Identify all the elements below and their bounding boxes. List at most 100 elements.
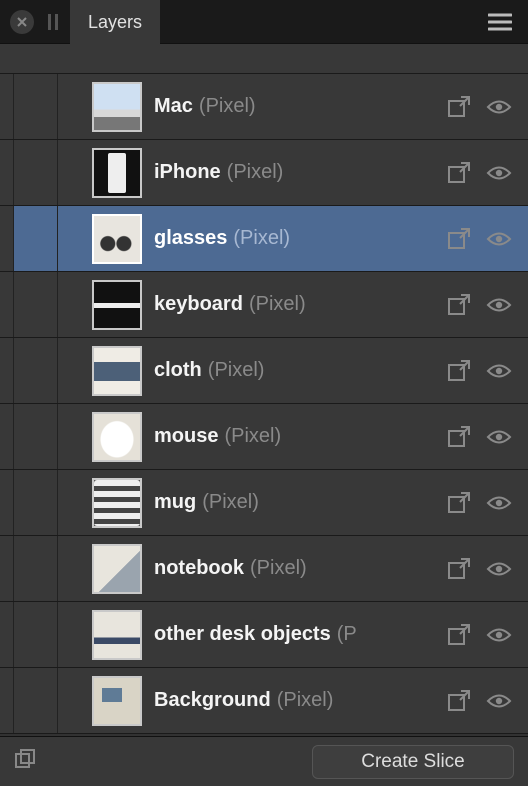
row-gutter: [0, 668, 14, 733]
layer-row[interactable]: iPhone (Pixel): [0, 140, 528, 206]
visibility-toggle[interactable]: [486, 428, 512, 446]
export-slice-button[interactable]: [446, 490, 472, 516]
layer-label[interactable]: Background (Pixel): [146, 689, 446, 712]
tab-layers[interactable]: Layers: [70, 0, 160, 44]
eye-icon: [486, 626, 512, 644]
export-slice-button[interactable]: [446, 688, 472, 714]
export-slice-button[interactable]: [446, 94, 472, 120]
export-slice-button[interactable]: [446, 292, 472, 318]
layer-label[interactable]: other desk objects (P: [146, 623, 446, 646]
row-expand-gutter[interactable]: [14, 404, 58, 469]
layer-row[interactable]: mouse (Pixel): [0, 404, 528, 470]
close-panel-button[interactable]: [10, 10, 34, 34]
layer-thumbnail[interactable]: [88, 213, 146, 265]
row-expand-gutter[interactable]: [14, 536, 58, 601]
layer-thumbnail[interactable]: [88, 543, 146, 595]
layer-label[interactable]: mouse (Pixel): [146, 425, 446, 448]
layer-row[interactable]: other desk objects (P: [0, 602, 528, 668]
eye-icon: [486, 98, 512, 116]
layer-row[interactable]: Background (Pixel): [0, 668, 528, 734]
layers-list[interactable]: Mac (Pixel) iPhone (Pixel): [0, 74, 528, 736]
layer-type: (Pixel): [208, 359, 265, 382]
layer-type: (Pixel): [250, 557, 307, 580]
row-expand-gutter[interactable]: [14, 470, 58, 535]
row-gutter: [0, 272, 14, 337]
export-slice-button[interactable]: [446, 556, 472, 582]
row-expand-gutter[interactable]: [14, 668, 58, 733]
panel-menu-button[interactable]: [482, 7, 518, 37]
export-slice-button[interactable]: [446, 226, 472, 252]
layer-row[interactable]: keyboard (Pixel): [0, 272, 528, 338]
eye-icon: [486, 428, 512, 446]
visibility-toggle[interactable]: [486, 692, 512, 710]
panel-footer: Create Slice: [0, 736, 528, 786]
layer-thumbnail[interactable]: [88, 345, 146, 397]
visibility-toggle[interactable]: [486, 98, 512, 116]
export-slice-button[interactable]: [446, 622, 472, 648]
layer-name: mouse: [154, 425, 218, 448]
layer-label[interactable]: notebook (Pixel): [146, 557, 446, 580]
layer-type: (Pixel): [202, 491, 259, 514]
visibility-toggle[interactable]: [486, 626, 512, 644]
layer-thumbnail[interactable]: [88, 81, 146, 133]
layer-label[interactable]: cloth (Pixel): [146, 359, 446, 382]
export-slice-icon: [446, 292, 472, 318]
row-expand-gutter[interactable]: [14, 140, 58, 205]
layers-panel: Layers Mac (Pixel): [0, 0, 528, 786]
layer-row[interactable]: Mac (Pixel): [0, 74, 528, 140]
layer-actions: [446, 622, 528, 648]
layer-actions: [446, 358, 528, 384]
row-expand-gutter[interactable]: [14, 272, 58, 337]
eye-icon: [486, 692, 512, 710]
visibility-toggle[interactable]: [486, 296, 512, 314]
layer-name: keyboard: [154, 293, 243, 316]
visibility-toggle[interactable]: [486, 362, 512, 380]
export-slice-button[interactable]: [446, 424, 472, 450]
create-slice-button[interactable]: Create Slice: [312, 745, 514, 779]
layer-label[interactable]: Mac (Pixel): [146, 95, 446, 118]
eye-icon: [486, 296, 512, 314]
row-expand-gutter[interactable]: [14, 206, 58, 271]
visibility-toggle[interactable]: [486, 560, 512, 578]
layer-name: glasses: [154, 227, 227, 250]
eye-icon: [486, 230, 512, 248]
layer-thumbnail[interactable]: [88, 477, 146, 529]
layer-name: iPhone: [154, 161, 221, 184]
visibility-toggle[interactable]: [486, 230, 512, 248]
layer-thumbnail[interactable]: [88, 411, 146, 463]
layer-row[interactable]: notebook (Pixel): [0, 536, 528, 602]
layer-name: notebook: [154, 557, 244, 580]
layer-label[interactable]: iPhone (Pixel): [146, 161, 446, 184]
layer-thumbnail[interactable]: [88, 609, 146, 661]
row-expand-gutter[interactable]: [14, 74, 58, 139]
layer-thumbnail[interactable]: [88, 675, 146, 727]
visibility-toggle[interactable]: [486, 494, 512, 512]
eye-icon: [486, 164, 512, 182]
export-slice-icon: [446, 226, 472, 252]
row-gutter: [0, 338, 14, 403]
visibility-toggle[interactable]: [486, 164, 512, 182]
export-slice-icon: [446, 556, 472, 582]
layer-row[interactable]: glasses (Pixel): [0, 206, 528, 272]
layer-thumbnail[interactable]: [88, 279, 146, 331]
layer-label[interactable]: keyboard (Pixel): [146, 293, 446, 316]
layer-type: (Pixel): [224, 425, 281, 448]
row-gutter: [0, 74, 14, 139]
export-slice-icon: [446, 622, 472, 648]
layer-row[interactable]: mug (Pixel): [0, 470, 528, 536]
layer-name: Background: [154, 689, 271, 712]
eye-icon: [486, 560, 512, 578]
row-expand-gutter[interactable]: [14, 602, 58, 667]
layer-thumbnail[interactable]: [88, 147, 146, 199]
layer-actions: [446, 490, 528, 516]
layer-row[interactable]: cloth (Pixel): [0, 338, 528, 404]
layer-actions: [446, 688, 528, 714]
row-expand-gutter[interactable]: [14, 338, 58, 403]
duplicate-layer-button[interactable]: [14, 748, 36, 775]
layer-label[interactable]: glasses (Pixel): [146, 227, 446, 250]
export-slice-icon: [446, 688, 472, 714]
export-slice-button[interactable]: [446, 358, 472, 384]
export-slice-button[interactable]: [446, 160, 472, 186]
dock-handle-icon[interactable]: [48, 14, 58, 30]
layer-label[interactable]: mug (Pixel): [146, 491, 446, 514]
